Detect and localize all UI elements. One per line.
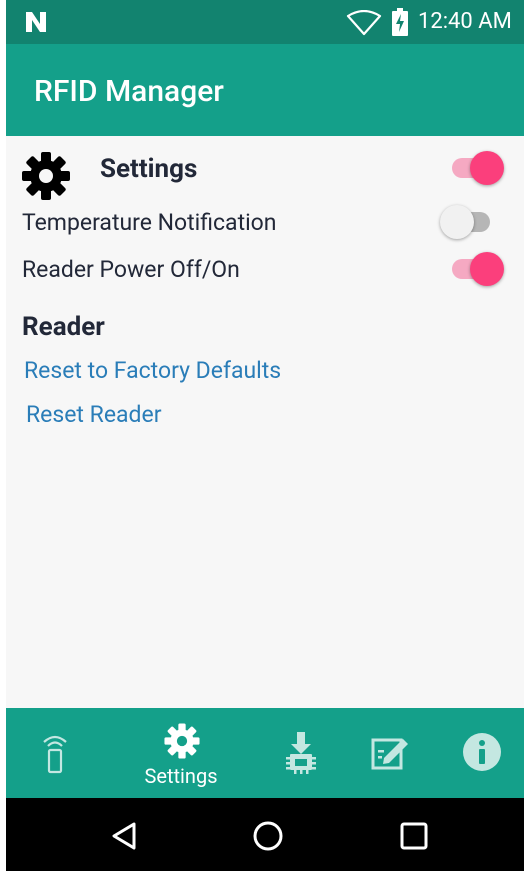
- nav-item-reader[interactable]: [30, 708, 82, 798]
- edit-icon: [371, 738, 408, 770]
- toggle-thumb: [470, 252, 504, 286]
- reader-power-toggle[interactable]: [444, 249, 504, 289]
- wifi-icon: [346, 10, 382, 36]
- reader-heading: Reader: [22, 312, 105, 342]
- battery-charging-icon: [392, 8, 408, 36]
- home-icon[interactable]: [250, 818, 286, 854]
- settings-toggle[interactable]: [444, 148, 504, 188]
- gear-icon: [164, 723, 200, 759]
- toggle-thumb: [470, 151, 504, 185]
- recents-icon[interactable]: [396, 818, 432, 854]
- gear-icon: [22, 152, 70, 200]
- nav-item-edit[interactable]: [362, 708, 414, 798]
- app-title: RFID Manager: [34, 74, 224, 109]
- system-navigation-bar: [6, 798, 524, 871]
- settings-content: Settings Temperature Notification Reader…: [6, 136, 524, 708]
- settings-heading: Settings: [100, 154, 198, 184]
- status-bar: 12:40 AM: [6, 0, 524, 44]
- reader-power-label: Reader Power Off/On: [22, 256, 240, 283]
- reset-factory-defaults-link[interactable]: Reset to Factory Defaults: [24, 357, 281, 384]
- nav-label-settings: Settings: [144, 764, 218, 788]
- temperature-notification-label: Temperature Notification: [22, 209, 277, 236]
- info-icon: [463, 733, 501, 771]
- nav-item-settings[interactable]: Settings: [126, 708, 236, 798]
- app-bar: RFID Manager: [6, 44, 524, 136]
- status-time: 12:40 AM: [418, 9, 512, 34]
- toggle-thumb: [440, 205, 474, 239]
- bottom-navigation: Settings: [6, 708, 524, 798]
- android-n-icon: [26, 12, 46, 32]
- reset-reader-link[interactable]: Reset Reader: [26, 401, 162, 428]
- back-icon[interactable]: [106, 818, 142, 854]
- rfid-reader-icon: [43, 735, 67, 774]
- firmware-update-icon: [286, 732, 316, 774]
- nav-item-info[interactable]: [456, 708, 508, 798]
- nav-item-firmware[interactable]: [274, 708, 326, 798]
- app-frame: 12:40 AM RFID Manager Settings Temperatu…: [6, 0, 524, 871]
- temperature-notification-toggle[interactable]: [440, 202, 500, 242]
